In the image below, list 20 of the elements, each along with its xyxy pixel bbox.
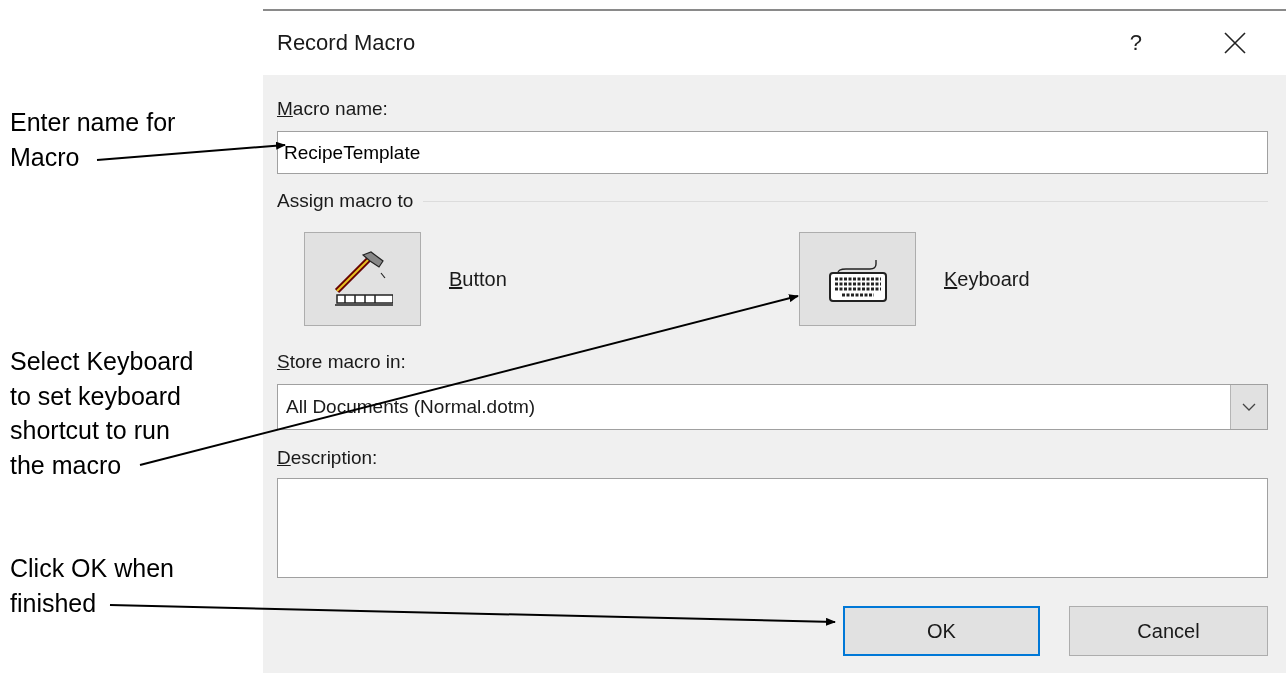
window-title: Record Macro: [277, 30, 417, 56]
description-field[interactable]: [277, 478, 1268, 578]
field-label: Description:: [277, 446, 379, 470]
macro-name-field[interactable]: RecipeTemplate: [277, 131, 1268, 174]
close-icon[interactable]: [1224, 32, 1246, 54]
button-option-label: Button: [449, 267, 507, 291]
field-label: Macro name:: [277, 97, 389, 121]
field-label: Store macro in:: [277, 350, 407, 374]
hammer-icon: [332, 251, 393, 307]
annotation-text: Click OK when finished: [10, 553, 174, 619]
keyboard-option-label: Keyboard: [944, 267, 1030, 291]
annotation-text: Enter name for Macro: [10, 107, 176, 173]
annotation-text: Select Keyboard to set keyboard shortcut to run the macro: [10, 346, 194, 481]
section-heading: Assign macro to: [277, 189, 414, 213]
cancel-button[interactable]: Cancel: [1069, 606, 1268, 656]
ok-button[interactable]: OK: [843, 606, 1040, 656]
chevron-down-icon: [1242, 403, 1256, 411]
toolbar-button-option[interactable]: [304, 232, 421, 326]
keyboard-option[interactable]: [799, 232, 916, 326]
help-button[interactable]: ?: [1129, 30, 1142, 56]
